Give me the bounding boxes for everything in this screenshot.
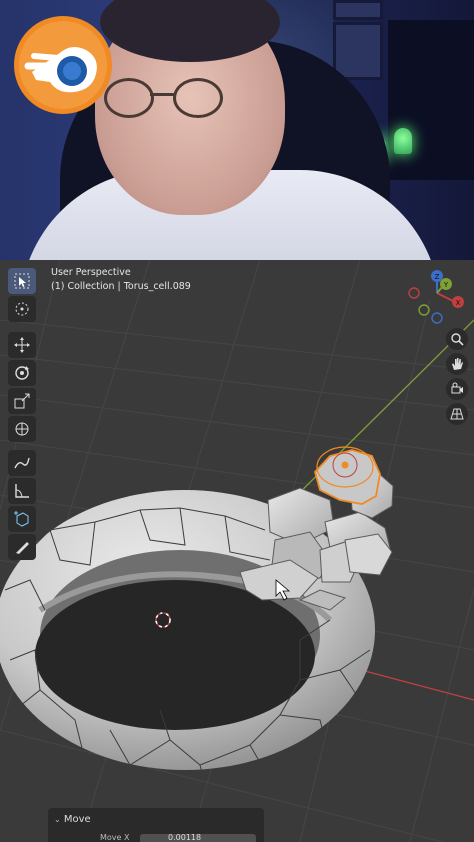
select-box-tool[interactable] — [8, 268, 36, 294]
transform-icon — [15, 422, 29, 436]
cursor-tool[interactable] — [8, 296, 36, 322]
pan-button[interactable] — [446, 353, 468, 375]
torus-mesh[interactable] — [0, 490, 375, 821]
move-x-value: 0.00118 — [168, 833, 202, 842]
adjust-last-operation-panel[interactable]: ⌄ Move Move X 0.00118 — [48, 808, 264, 842]
svg-text:Z: Z — [435, 273, 440, 281]
wall-picture-frame — [333, 22, 383, 80]
chevron-down-icon: ⌄ — [54, 815, 61, 824]
knife-tool[interactable] — [8, 534, 36, 560]
zoom-button[interactable] — [446, 328, 468, 350]
measure-icon — [15, 484, 29, 498]
add-cube-tool[interactable] — [8, 506, 36, 532]
move-x-label: Move X — [100, 833, 130, 842]
panel-title[interactable]: ⌄ Move — [54, 814, 91, 825]
add-cube-icon — [14, 511, 29, 527]
camera-icon — [451, 382, 463, 394]
collection-object-label: (1) Collection | Torus_cell.089 — [51, 281, 191, 292]
knife-icon — [16, 542, 29, 554]
perspective-toggle-button[interactable] — [446, 403, 468, 425]
svg-text:Y: Y — [443, 281, 449, 289]
operator-name: Move — [63, 814, 91, 825]
viewport-header-text: User Perspective (1) Collection | Torus_… — [51, 266, 191, 294]
annotate-tool[interactable] — [8, 450, 36, 476]
scale-tool[interactable] — [8, 388, 36, 414]
glasses-lens-right — [173, 78, 223, 118]
navigation-gizmo[interactable]: Z Y X — [408, 270, 464, 324]
move-icon — [14, 337, 30, 353]
grid-icon — [450, 408, 464, 420]
measure-tool[interactable] — [8, 478, 36, 504]
object-origin-dot — [341, 461, 349, 469]
annotate-icon — [14, 457, 30, 469]
svg-text:X: X — [456, 299, 461, 307]
3d-viewport[interactable]: Z Y X User Perspective (1) Collection | … — [0, 260, 474, 842]
blender-logo-icon — [14, 16, 112, 114]
wall-picture-frame — [333, 0, 383, 20]
view-name: User Perspective — [51, 267, 131, 278]
rotate-tool[interactable] — [8, 360, 36, 386]
move-tool[interactable] — [8, 332, 36, 358]
webcam-feed — [0, 0, 474, 260]
scale-icon — [14, 393, 30, 409]
cursor-icon — [15, 302, 29, 316]
rotate-icon — [15, 366, 29, 380]
background-monitor — [388, 20, 474, 180]
green-lamp — [394, 128, 412, 154]
viewport-scene[interactable]: Z Y X — [0, 260, 474, 842]
camera-view-button[interactable] — [446, 378, 468, 400]
glasses-bridge — [150, 93, 174, 96]
zoom-icon — [451, 333, 464, 346]
transform-tool[interactable] — [8, 416, 36, 442]
select-box-icon — [14, 273, 30, 289]
hand-icon — [452, 358, 463, 370]
